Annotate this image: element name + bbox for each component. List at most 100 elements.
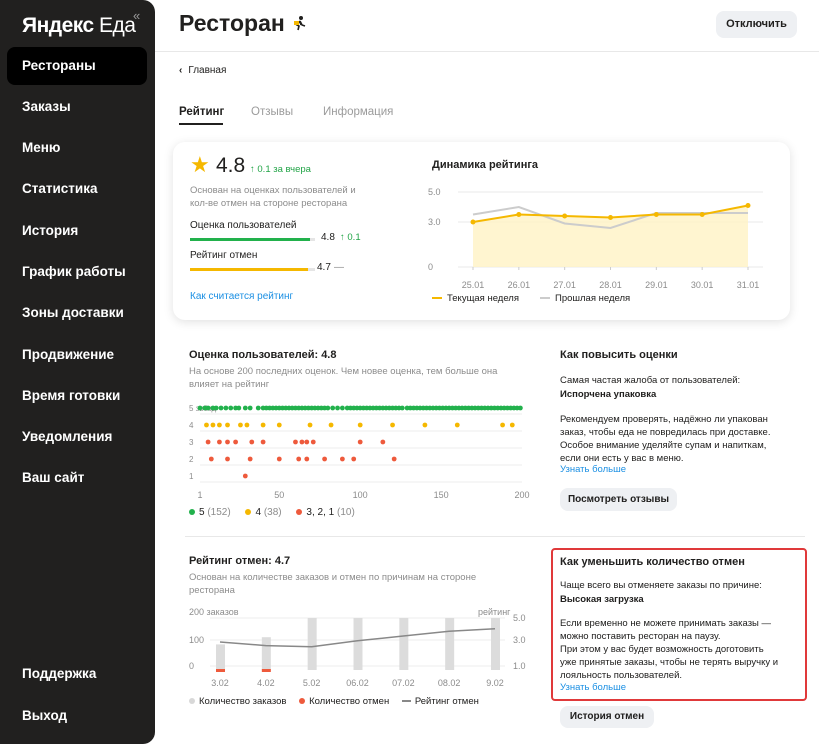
legend-current-week: Текущая неделя xyxy=(432,293,519,304)
sidebar-item-menu[interactable]: Меню xyxy=(7,129,147,167)
rating-delta-text: 0.1 за вчера xyxy=(257,164,311,175)
rating-point xyxy=(276,422,282,428)
cancel-rating-track xyxy=(190,268,315,271)
improve-learn-more-link[interactable]: Узнать больше xyxy=(560,464,626,475)
breadcrumb[interactable]: ‹ Главная xyxy=(179,65,226,76)
cancel-chart: 100 0 5.0 3.0 1.0 3.02 4.02 5.02 06.02 07.02 08.02… xyxy=(189,613,526,688)
cancel-rating-bar xyxy=(190,268,308,271)
rating-point xyxy=(218,405,224,411)
reduce-title: Как уменьшить количество отмен xyxy=(560,556,745,568)
legend-5-count: (152) xyxy=(207,507,231,518)
left-y-tick-label: 100 xyxy=(189,635,204,645)
sidebar-item-promotion[interactable]: Продвижение xyxy=(7,336,147,374)
tab-reviews[interactable]: Отзывы xyxy=(251,106,293,118)
rating-point xyxy=(296,456,302,462)
logo[interactable]: Яндекс Еда xyxy=(22,14,136,38)
orders-bar xyxy=(216,644,225,670)
rating-point xyxy=(213,405,219,411)
arrow-up-icon: ↑ xyxy=(250,164,255,175)
current-week-point xyxy=(470,219,476,225)
ratings-scatter: 5 звёзд4321150100150200 xyxy=(189,404,530,500)
legend-past-week: Прошлая неделя xyxy=(540,293,630,304)
sidebar-item-delivery-zones[interactable]: Зоны доставки xyxy=(7,294,147,332)
rating-delta: ↑ 0.1 за вчера xyxy=(250,164,311,175)
sidebar-item-schedule[interactable]: График работы xyxy=(7,253,147,291)
rating-point xyxy=(255,405,261,411)
sidebar-item-logout[interactable]: Выход xyxy=(7,697,147,735)
dynamics-chart: 5.0 3.0 0 25.01 26.01 27.01 28.01 29.01 30.01 31.… xyxy=(428,187,763,290)
sidebar-item-statistics[interactable]: Статистика xyxy=(7,170,147,208)
improve-text: Рекомендуем проверять, надёжно ли упаков… xyxy=(560,413,770,465)
reduce-learn-more-link[interactable]: Узнать больше xyxy=(560,682,626,693)
rating-point xyxy=(208,456,214,462)
reduce-text-line: Если временно не можете принимать заказы… xyxy=(560,618,772,629)
x-tick-label: 28.01 xyxy=(599,280,622,290)
legend-past-swatch xyxy=(540,297,550,300)
sidebar-item-restaurants[interactable]: Рестораны xyxy=(7,47,147,85)
rating-point xyxy=(399,405,405,411)
legend-4-label: 4 xyxy=(255,507,262,518)
user-rating-delta: ↑ 0.1 xyxy=(340,232,361,243)
x-tick-label: 1 xyxy=(197,490,202,500)
rating-description: Основан на оценках пользователей и кол-в… xyxy=(190,185,356,209)
x-tick-label: 4.02 xyxy=(257,678,275,688)
orders-bar xyxy=(261,637,271,670)
how-rating-link[interactable]: Как считается рейтинг xyxy=(190,291,293,302)
rating-card: ★ 4.8 ↑ 0.1 за вчера Основан на оценках … xyxy=(173,142,790,320)
legend-orders-label: Количество заказов xyxy=(199,696,287,707)
user-rating-label: Оценка пользователей xyxy=(190,220,297,231)
overall-rating: 4.8 xyxy=(216,154,246,177)
star-icon: ★ xyxy=(190,152,210,177)
rating-point xyxy=(357,422,363,428)
orders-bar xyxy=(445,618,455,670)
cancel-history-button[interactable]: История отмен xyxy=(560,706,654,728)
sidebar-item-notifications[interactable]: Уведомления xyxy=(7,418,147,456)
sidebar-item-your-site[interactable]: Ваш сайт xyxy=(7,459,147,497)
rating-point xyxy=(276,456,282,462)
rating-point xyxy=(225,439,230,445)
legend-low-count: (10) xyxy=(337,507,355,518)
improve-line1: Самая частая жалоба от пользователей: xyxy=(560,375,741,386)
back-link-label: Главная xyxy=(188,65,227,76)
collapse-icon[interactable]: « xyxy=(133,8,140,23)
rating-point xyxy=(223,405,229,411)
rating-point xyxy=(391,456,397,462)
legend-4-stars: 4 (38) xyxy=(245,507,282,518)
rating-point xyxy=(205,439,211,445)
reduce-text-line: уже принятые заказы, чтобы не терять выр… xyxy=(560,657,779,668)
cancel-rating-subtitle: Основан на количестве заказов и отмен по… xyxy=(189,572,477,596)
sidebar-item-cooking-time[interactable]: Время готовки xyxy=(7,377,147,415)
cancels-bar xyxy=(216,669,225,672)
tab-rating[interactable]: Рейтинг xyxy=(179,106,224,118)
rating-point xyxy=(242,405,248,411)
sidebar-item-orders[interactable]: Заказы xyxy=(7,88,147,126)
user-rating-track xyxy=(190,238,315,241)
rating-point xyxy=(238,422,243,428)
tab-active-indicator xyxy=(179,123,223,125)
rating-point xyxy=(249,439,255,445)
rating-point xyxy=(390,422,395,428)
disable-button[interactable]: Отключить xyxy=(716,11,797,38)
rating-point xyxy=(210,422,216,428)
current-week-point xyxy=(745,203,751,208)
current-week-point xyxy=(699,212,705,217)
logo-bold: Яндекс xyxy=(22,14,94,37)
view-reviews-button[interactable]: Посмотреть отзывы xyxy=(560,488,677,511)
right-y-tick-label: 3.0 xyxy=(513,635,526,645)
header-divider xyxy=(155,51,819,52)
cancel-rating-delta: — xyxy=(334,262,344,273)
rating-point xyxy=(244,422,250,428)
current-week-point xyxy=(516,212,522,217)
cancel-legend: Количество заказов Количество отмен Рейт… xyxy=(189,696,479,707)
cancel-rating-label: Рейтинг отмен xyxy=(190,250,258,261)
dot-icon xyxy=(189,698,195,704)
dot-icon xyxy=(296,509,303,515)
x-tick-label: 5.02 xyxy=(303,678,321,688)
x-tick-label: 25.01 xyxy=(462,280,485,290)
sidebar-item-history[interactable]: История xyxy=(7,212,147,250)
sidebar-item-support[interactable]: Поддержка xyxy=(7,655,147,693)
rating-point xyxy=(197,405,203,411)
courier-icon xyxy=(293,15,307,35)
legend-5-label: 5 xyxy=(199,507,205,518)
tab-info[interactable]: Информация xyxy=(323,106,393,118)
